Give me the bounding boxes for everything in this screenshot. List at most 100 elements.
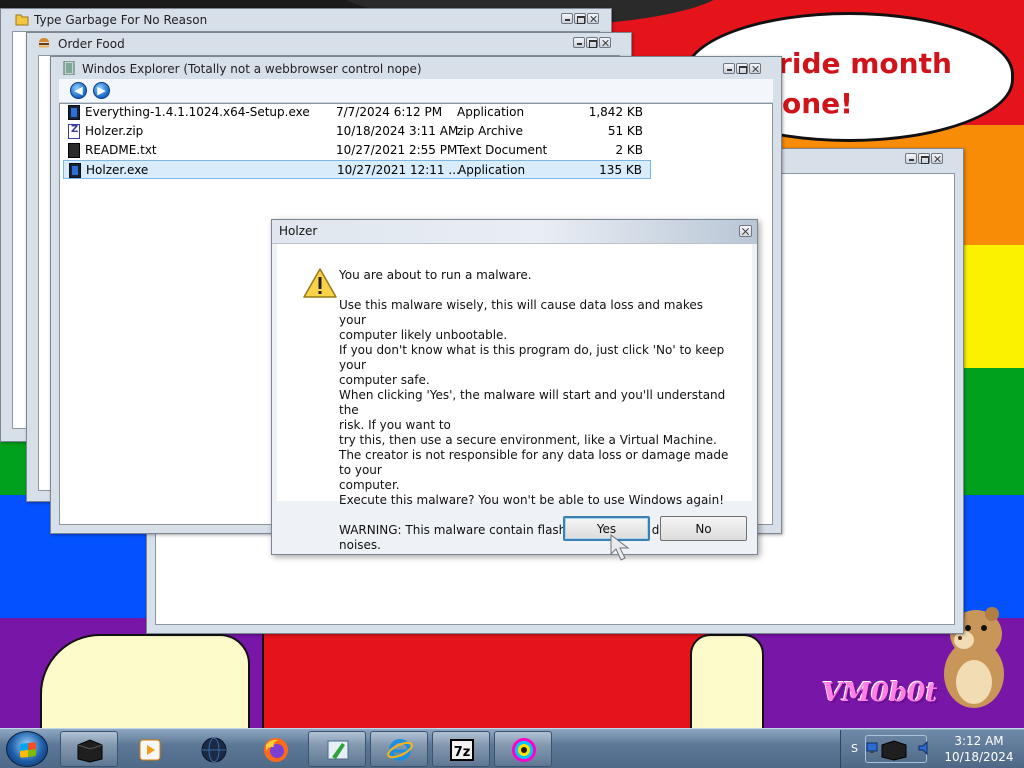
close-button[interactable] [749, 63, 761, 74]
file-type: Application [458, 163, 526, 177]
clock-time: 3:12 AM [954, 734, 1004, 748]
taskbar-item[interactable] [370, 731, 428, 767]
dialog-message-line: The creator is not responsible for any d… [339, 448, 729, 477]
volume-icon[interactable] [917, 740, 933, 756]
tray-label: S [851, 742, 858, 755]
close-button[interactable] [931, 153, 943, 164]
dialog-message-line: If you don't know what is this program d… [339, 343, 725, 372]
forward-arrow-icon[interactable]: ▶ [93, 82, 110, 99]
dialog-message-line: Use this malware wisely, this will cause… [339, 298, 703, 327]
maximize-button[interactable] [736, 63, 748, 74]
close-button[interactable] [599, 37, 611, 48]
wallpaper-drawing-leg-left [40, 634, 250, 728]
caption-buttons [573, 37, 611, 48]
dialog-message-line [339, 283, 729, 298]
file-date: 10/27/2021 2:55 PM [336, 143, 458, 157]
file-name: Holzer.zip [85, 124, 144, 138]
file-date: 10/18/2024 3:11 AM [336, 124, 459, 138]
vm-watermark: VM0b0t [822, 678, 938, 708]
exe-icon [69, 163, 81, 178]
dialog-message-line: computer. [339, 478, 400, 492]
folder-icon [15, 14, 29, 26]
taskbar-clock[interactable]: 3:12 AM 10/18/2024 [940, 733, 1018, 765]
color-wheel-icon [512, 738, 536, 762]
globe-icon [201, 737, 227, 763]
close-button[interactable] [587, 13, 599, 24]
navigation-bar [59, 79, 773, 103]
minimize-button[interactable] [905, 153, 917, 164]
malware-warning-dialog[interactable]: Holzer You are about to run a malware. Us… [271, 219, 758, 555]
file-row[interactable]: Everything-1.4.1.1024.x64-Setup.exe 7/7/2… [63, 103, 651, 122]
dialog-message-line: computer safe. [339, 373, 430, 387]
file-type: Application [457, 105, 525, 119]
file-name: Holzer.exe [86, 163, 149, 177]
file-size: 51 KB [607, 124, 643, 138]
exe-icon [68, 105, 80, 120]
dialog-message-line: When clicking 'Yes', the malware will st… [339, 388, 726, 417]
internet-explorer-icon [387, 739, 413, 761]
dialog-title: Holzer [279, 224, 318, 238]
maximize-button[interactable] [586, 37, 598, 48]
file-date: 7/7/2024 6:12 PM [336, 105, 443, 119]
dialog-message: You are about to run a malware. Use this … [339, 268, 729, 553]
dialog-body: You are about to run a malware. Use this … [277, 244, 752, 552]
caption-buttons [905, 153, 943, 164]
file-size: 135 KB [599, 163, 642, 177]
file-name: README.txt [85, 143, 157, 157]
minimize-button[interactable] [561, 13, 573, 24]
file-row[interactable]: Holzer.exe 10/27/2021 12:11 ... Applicatio… [63, 160, 651, 179]
file-name: Everything-1.4.1.1024.x64-Setup.exe [85, 105, 310, 119]
window-title: Type Garbage For No Reason [34, 13, 208, 27]
taskbar-item[interactable] [120, 731, 178, 767]
dialog-close-button[interactable] [739, 225, 752, 237]
taskbar: 7z S 3:12 AM 10/18/2024 [0, 728, 1024, 768]
7zip-icon: 7z [450, 739, 474, 761]
wallpaper-drawing-body [262, 630, 722, 728]
explorer-app-icon [63, 61, 75, 75]
taskbar-item[interactable] [494, 731, 552, 767]
warning-icon [303, 268, 337, 298]
terminal-icon [881, 740, 907, 761]
file-date: 10/27/2021 12:11 ... [337, 163, 460, 177]
file-type: zip Archive [457, 124, 523, 138]
dialog-message-line: You are about to run a malware. [339, 268, 532, 282]
caption-buttons [723, 63, 761, 74]
burger-icon [39, 38, 49, 48]
zip-icon [68, 124, 80, 139]
text-file-icon [68, 143, 80, 158]
file-row[interactable]: README.txt 10/27/2021 2:55 PM Text Documen… [63, 141, 651, 160]
file-row[interactable]: Holzer.zip 10/18/2024 3:11 AMzip Archive 5… [63, 122, 651, 141]
maximize-button[interactable] [918, 153, 930, 164]
file-type: Text Document [457, 143, 548, 157]
firefox-icon [264, 738, 288, 762]
media-player-icon [139, 739, 161, 761]
taskbar-item[interactable] [184, 731, 242, 767]
mouse-cursor-icon [610, 534, 630, 561]
start-button[interactable] [6, 731, 48, 767]
dialog-message-line: try this, then use a secure environment,… [339, 433, 717, 447]
dialog-message-line: risk. If you want to [339, 418, 451, 432]
taskbar-item[interactable] [60, 731, 118, 767]
wallpaper-drawing-leg-right [690, 634, 764, 728]
clock-date: 10/18/2024 [944, 750, 1014, 764]
file-size: 2 KB [615, 143, 643, 157]
dialog-titlebar[interactable]: Holzer [272, 220, 757, 244]
terminal-icon [77, 739, 103, 763]
window-title: Order Food [58, 37, 125, 51]
window-title: Windos Explorer (Totally not a webbrowse… [82, 62, 422, 76]
dialog-message-line: computer likely unbootable. [339, 328, 508, 342]
minimize-button[interactable] [573, 37, 585, 48]
back-arrow-icon[interactable]: ◀ [70, 82, 87, 99]
caption-buttons [561, 13, 599, 24]
paint-icon [327, 740, 349, 760]
taskbar-item[interactable] [246, 731, 304, 767]
yes-button[interactable]: Yes [563, 516, 650, 541]
no-button[interactable]: No [660, 516, 747, 541]
taskbar-item[interactable]: 7z [432, 731, 490, 767]
dialog-message-line: Execute this malware? You won't be able … [339, 493, 725, 507]
file-size: 1,842 KB [588, 105, 643, 119]
taskbar-item[interactable] [308, 731, 366, 767]
maximize-button[interactable] [574, 13, 586, 24]
minimize-button[interactable] [723, 63, 735, 74]
svg-text:7z: 7z [454, 745, 471, 760]
